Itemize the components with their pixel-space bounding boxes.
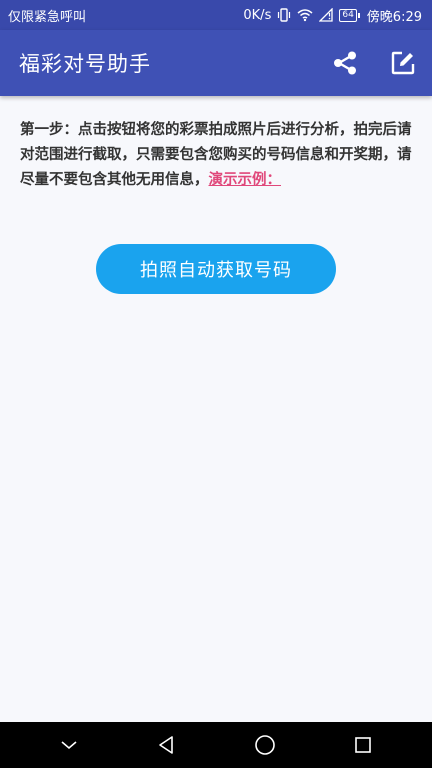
edit-icon (391, 51, 415, 75)
battery-icon: 64 (339, 8, 361, 22)
example-link[interactable]: 演示示例： (209, 172, 282, 188)
collapse-button[interactable] (49, 725, 89, 765)
back-triangle-icon (159, 736, 173, 754)
network-speed: 0K/s (243, 7, 272, 23)
battery-level: 64 (342, 9, 354, 20)
app-actions (330, 48, 418, 78)
home-circle-icon (255, 735, 275, 755)
instructions-text: 第一步：点击按钮将您的彩票拍成照片后进行分析，拍完后请对范围进行截取，只需要包含… (20, 118, 412, 193)
share-button[interactable] (330, 48, 360, 78)
app-bar: 福彩对号助手 (0, 30, 432, 96)
signal-icon (319, 8, 333, 22)
vibrate-icon (277, 8, 291, 22)
recents-button[interactable] (343, 725, 383, 765)
status-bar: 仅限紧急呼叫 0K/s 64 傍晚6:29 (0, 0, 432, 30)
screen: 仅限紧急呼叫 0K/s 64 傍晚6:29 福彩对号助手 第一步：点击按钮将您的… (0, 0, 432, 768)
share-icon (334, 51, 356, 75)
app-title: 福彩对号助手 (19, 52, 151, 76)
wifi-icon (297, 8, 313, 22)
main-content: 第一步：点击按钮将您的彩票拍成照片后进行分析，拍完后请对范围进行截取，只需要包含… (20, 118, 412, 193)
edit-button[interactable] (388, 48, 418, 78)
recents-square-icon (355, 737, 371, 753)
home-button[interactable] (245, 725, 285, 765)
capture-photo-button[interactable]: 拍照自动获取号码 (96, 244, 336, 294)
back-button[interactable] (147, 725, 187, 765)
status-indicators: 0K/s 64 傍晚6:29 (243, 6, 422, 25)
clock: 傍晚6:29 (366, 9, 422, 25)
navigation-bar (0, 722, 432, 768)
carrier-text: 仅限紧急呼叫 (8, 9, 87, 25)
chevron-down-icon (61, 741, 77, 750)
